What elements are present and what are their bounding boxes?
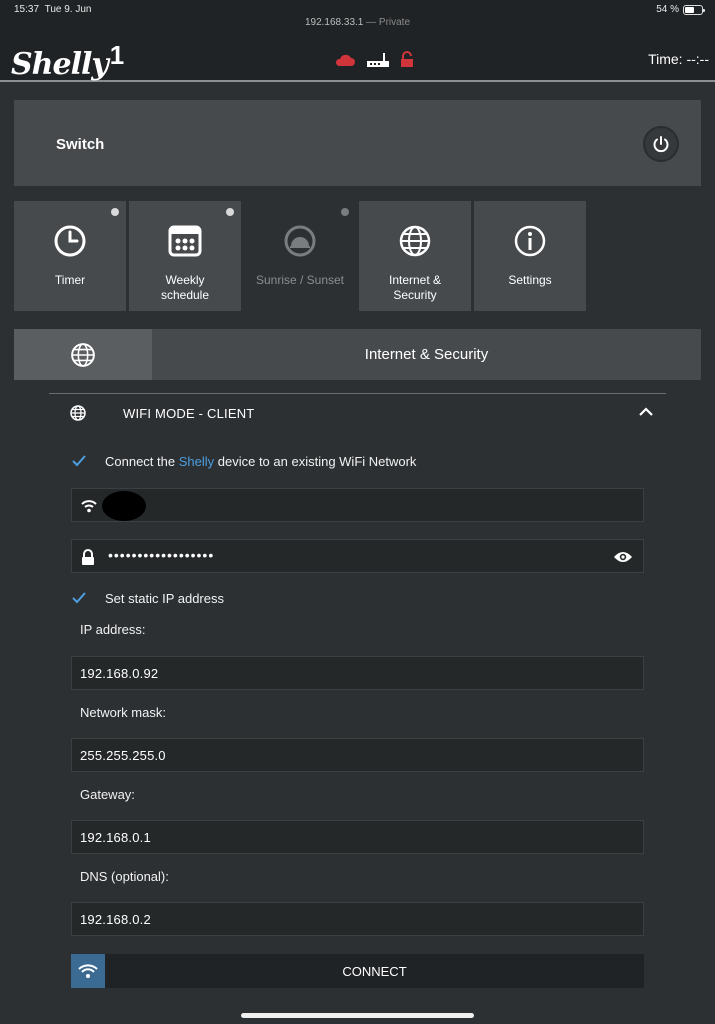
gateway-field[interactable]: 192.168.0.1	[71, 820, 644, 854]
static-ip-label: Set static IP address	[105, 590, 224, 606]
app-header: Shelly1 Time: --:--	[0, 37, 715, 82]
tile-label: Sunrise / Sunset	[255, 273, 345, 287]
tile-timer[interactable]: Timer	[14, 201, 126, 311]
lock-icon	[82, 549, 94, 565]
shelly-logo: Shelly1	[11, 40, 124, 82]
power-button[interactable]	[643, 126, 679, 162]
globe-icon	[71, 342, 95, 367]
ip-address-field[interactable]: 192.168.0.92	[71, 656, 644, 690]
section-header: Internet & Security	[14, 329, 701, 380]
status-time: 15:37 Tue 9. Jun	[14, 4, 92, 15]
home-indicator[interactable]	[241, 1013, 474, 1018]
dns-value: 192.168.0.2	[80, 912, 151, 927]
tile-sunrise-sunset[interactable]: Sunrise / Sunset	[244, 201, 356, 311]
password-value: ••••••••••••••••••	[108, 547, 215, 563]
battery-icon	[683, 4, 705, 15]
network-mask-label: Network mask:	[80, 705, 166, 720]
connect-icon-box	[71, 954, 105, 988]
ssid-field[interactable]	[71, 488, 644, 522]
clock-icon	[54, 225, 86, 257]
feature-tiles: Timer Weekly schedule Sunrise / Sunset In…	[14, 201, 586, 311]
tile-internet-security[interactable]: Internet & Security	[359, 201, 471, 311]
section-title: Internet & Security	[364, 346, 489, 363]
ip-address-value: 192.168.0.92	[80, 666, 159, 681]
connect-label: CONNECT	[342, 964, 407, 979]
status-dot	[226, 208, 234, 216]
ip-address-label: IP address:	[80, 622, 146, 637]
wifi-icon	[78, 964, 98, 978]
tile-label: Timer	[54, 273, 86, 287]
switch-panel: Switch	[14, 100, 701, 186]
network-mask-field[interactable]: 255.255.255.0	[71, 738, 644, 772]
dns-label: DNS (optional):	[80, 869, 169, 884]
globe-icon	[399, 225, 431, 257]
gateway-label: Gateway:	[80, 787, 135, 802]
status-bar: 15:37 Tue 9. Jun 192.168.33.1 — Private …	[0, 0, 715, 37]
tile-label: Weekly schedule	[160, 273, 210, 302]
sunset-icon	[284, 225, 316, 257]
device-time: Time: --:--	[648, 51, 709, 67]
static-ip-checkbox-row[interactable]: Set static IP address	[71, 590, 224, 606]
tile-label: Internet & Security	[388, 273, 442, 302]
switch-label: Switch	[56, 136, 105, 153]
network-mask-value: 255.255.255.0	[80, 748, 166, 763]
tile-weekly-schedule[interactable]: Weekly schedule	[129, 201, 241, 311]
router-icon	[367, 52, 389, 67]
battery-status: 54 %	[656, 4, 705, 15]
redacted-ssid	[102, 491, 146, 521]
connect-button[interactable]: CONNECT	[71, 954, 644, 988]
chevron-up-icon[interactable]	[638, 406, 654, 418]
status-dot	[111, 208, 119, 216]
section-icon-box	[14, 329, 152, 380]
wifi-icon	[81, 500, 97, 513]
cloud-icon	[335, 54, 355, 66]
connect-wifi-checkbox[interactable]	[71, 453, 87, 469]
checkmark-icon	[72, 455, 86, 467]
wifi-client-header[interactable]: WIFI MODE - CLIENT	[49, 393, 666, 433]
static-ip-checkbox[interactable]	[71, 590, 87, 606]
calendar-icon	[168, 225, 202, 257]
checkmark-icon	[72, 592, 86, 604]
power-icon	[653, 136, 669, 153]
status-dot	[341, 208, 349, 216]
wifi-mode-title: WIFI MODE - CLIENT	[123, 406, 255, 421]
connect-wifi-label: Connect the Shelly device to an existing…	[105, 453, 417, 469]
lock-open-icon	[401, 51, 413, 67]
tile-settings[interactable]: Settings	[474, 201, 586, 311]
password-field[interactable]: ••••••••••••••••••	[71, 539, 644, 573]
connection-status-icons	[334, 51, 414, 68]
dns-field[interactable]: 192.168.0.2	[71, 902, 644, 936]
tile-label: Settings	[508, 273, 552, 287]
gateway-value: 192.168.0.1	[80, 830, 151, 845]
browser-url[interactable]: 192.168.33.1 — Private	[0, 17, 715, 28]
info-icon	[514, 225, 546, 257]
connect-wifi-checkbox-row[interactable]: Connect the Shelly device to an existing…	[71, 453, 416, 469]
globe-icon	[70, 405, 86, 421]
show-password-icon[interactable]	[613, 550, 633, 564]
